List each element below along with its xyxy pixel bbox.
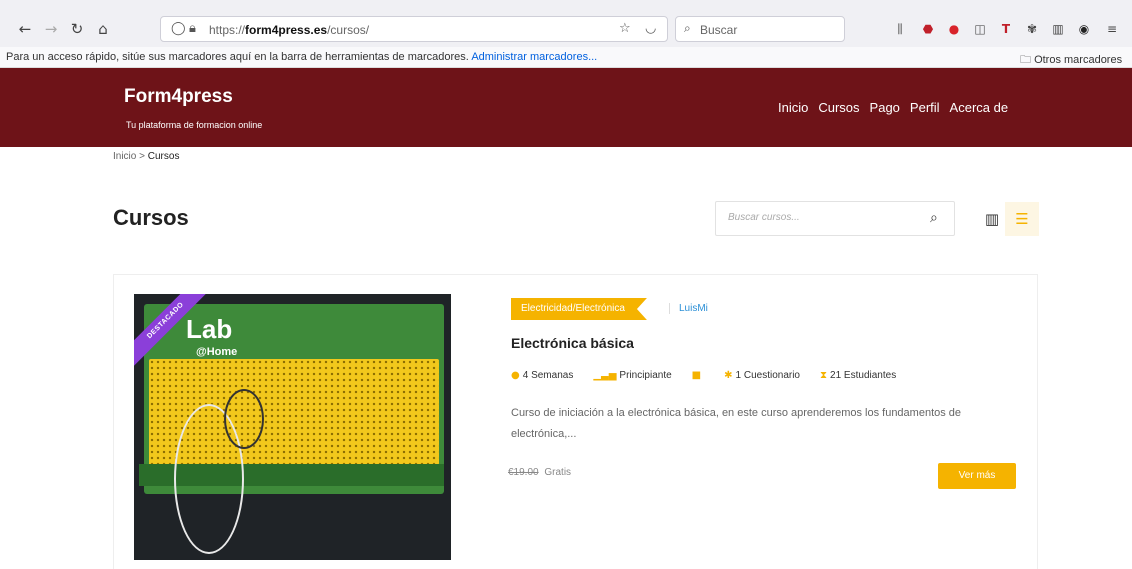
puzzle-icon: ✱ (724, 370, 733, 381)
view-more-button[interactable]: Ver más (938, 463, 1016, 489)
search-icon[interactable]: ⌕ (930, 210, 938, 226)
extension-icon[interactable]: ▥ (1050, 21, 1066, 37)
hourglass-icon: ⧗ (820, 370, 828, 381)
old-price: €19.00 (508, 467, 539, 478)
ublock-icon[interactable]: ⬣ (920, 21, 936, 37)
featured-ribbon: DESTACADO (134, 294, 214, 370)
browser-toolbar: ← → ↻ ⌂ ◯ 🔒︎ https://form4press.es/curso… (0, 0, 1132, 47)
forward-icon[interactable]: → (40, 18, 62, 40)
pocket-icon[interactable]: ◡ (645, 21, 656, 36)
nav-inicio[interactable]: Inicio (778, 100, 808, 115)
lessons: ■ (692, 370, 704, 381)
course-author[interactable]: LuisMi (669, 303, 708, 314)
course-title[interactable]: Electrónica básica (511, 335, 634, 351)
menu-icon[interactable]: ≡ (1104, 21, 1120, 37)
file-icon: ■ (691, 370, 702, 381)
reload-icon[interactable]: ↻ (66, 18, 88, 40)
site-header: Form4press Tu plataforma de formacion on… (0, 68, 1132, 147)
back-icon[interactable]: ← (14, 18, 36, 40)
main-nav: Inicio Cursos Pago Perfil Acerca de (778, 100, 1008, 115)
category-tag[interactable]: Electricidad/Electrónica (511, 298, 647, 320)
course-card: Lab @Home DESTACADO Electricidad/Electró… (113, 274, 1038, 569)
extension-icon[interactable]: ◉ (1076, 21, 1092, 37)
duration: ● 4 Semanas (511, 370, 574, 381)
search-icon: ⌕ (684, 21, 691, 35)
url-text[interactable]: https://form4press.es/cursos/ (209, 23, 369, 37)
current-price: Gratis (544, 467, 572, 478)
level: ▁▃▅ Principiante (593, 370, 672, 381)
quizzes: ✱ 1 Cuestionario (724, 370, 800, 381)
shield-icon[interactable]: ◯ (171, 21, 186, 36)
grid-view-icon[interactable]: ▥ (975, 202, 1009, 236)
library-icon[interactable]: ⫼ (892, 21, 908, 37)
nav-perfil[interactable]: Perfil (910, 100, 940, 115)
course-description: Curso de iniciación a la electrónica bás… (511, 407, 962, 440)
folder-icon: 🗀︎ (1020, 53, 1031, 66)
sidebar-icon[interactable]: ◫ (972, 21, 988, 37)
breadcrumb-current: Cursos (147, 151, 180, 162)
breadcrumb-home[interactable]: Inicio (113, 151, 136, 162)
students: ⧗ 21 Estudiantes (820, 370, 897, 381)
site-logo[interactable]: Form4press (124, 86, 233, 108)
star-icon[interactable]: ☆ (619, 21, 631, 36)
extension-icon[interactable]: ✾ (1024, 21, 1040, 37)
course-search-input[interactable] (728, 212, 918, 223)
course-meta: ● 4 Semanas ▁▃▅ Principiante ■ ✱ 1 Cuestion… (511, 370, 896, 381)
nav-cursos[interactable]: Cursos (818, 100, 859, 115)
bookmarks-bar: Para un acceso rápido, sitúe sus marcado… (0, 47, 1132, 68)
lock-icon[interactable]: 🔒︎ (189, 21, 196, 36)
manage-bookmarks-link[interactable]: Administrar marcadores... (471, 51, 597, 63)
course-search-box: ⌕ (715, 201, 955, 236)
breadcrumb: Inicio > Cursos (113, 151, 180, 162)
browser-search-input[interactable]: ⌕ Buscar (675, 16, 845, 42)
page-title: Cursos (113, 205, 189, 230)
level-bars-icon: ▁▃▅ (593, 370, 617, 381)
clock-icon: ● (511, 370, 520, 381)
course-price: €19.00 Gratis (508, 467, 571, 478)
url-bar[interactable]: ◯ 🔒︎ https://form4press.es/cursos/ ☆ ◡ (160, 16, 668, 42)
extension-icon[interactable]: ● (946, 21, 962, 37)
list-view-icon[interactable]: ☰ (1005, 202, 1039, 236)
nav-pago[interactable]: Pago (870, 100, 900, 115)
nav-acerca-de[interactable]: Acerca de (950, 100, 1009, 115)
site-tagline: Tu plataforma de formacion online (126, 120, 263, 130)
home-icon[interactable]: ⌂ (92, 18, 114, 40)
extension-icon[interactable]: T (998, 21, 1014, 37)
